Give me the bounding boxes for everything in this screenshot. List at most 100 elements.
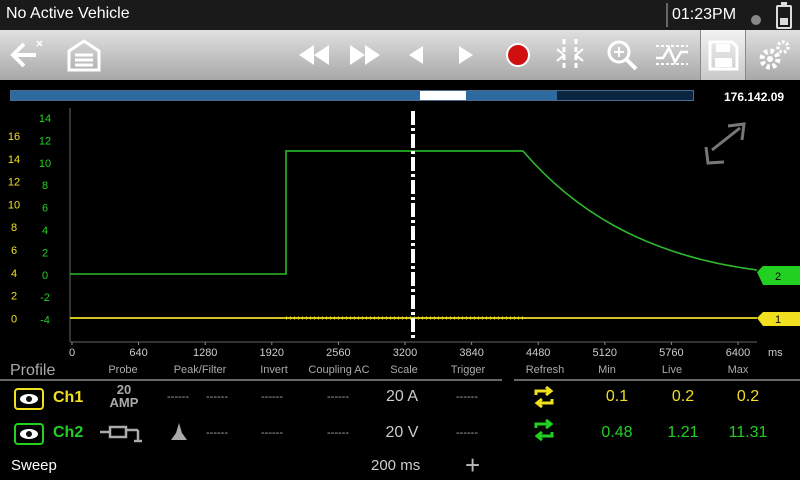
- right-axis-tick: -4: [40, 315, 50, 327]
- ch2-visibility-eye-icon[interactable]: [14, 423, 44, 445]
- ch2-refresh-icon[interactable]: [531, 418, 557, 447]
- ch2-marker-label: 2: [775, 271, 781, 283]
- buffered-progress: [11, 91, 557, 100]
- ch2-trigger[interactable]: ------: [456, 427, 478, 439]
- header-refresh: Refresh: [525, 364, 565, 376]
- status-bar: No Active Vehicle 01:23PM: [0, 0, 800, 30]
- left-axis-tick: 14: [8, 154, 20, 166]
- ch1-marker-label: 1: [775, 314, 781, 326]
- trigger-icon[interactable]: [650, 30, 694, 80]
- x-axis-tick: 6400: [726, 347, 750, 359]
- ch1-scale[interactable]: 20 A: [380, 388, 424, 406]
- x-axis-tick: 3840: [459, 347, 483, 359]
- ch2-scale[interactable]: 20 V: [380, 424, 424, 442]
- x-axis-tick: 5120: [593, 347, 617, 359]
- ch2-peak-detect-icon[interactable]: [170, 421, 188, 446]
- left-axis-tick: 4: [11, 268, 17, 280]
- left-axis-tick: 8: [11, 222, 17, 234]
- ch1-label[interactable]: Ch1: [53, 389, 83, 407]
- header-max: Max: [727, 364, 749, 376]
- ch2-invert[interactable]: ------: [261, 427, 283, 439]
- header-peak-filter: Peak/Filter: [173, 364, 227, 376]
- add-plus-icon[interactable]: +: [465, 452, 480, 478]
- left-axis-tick: 2: [11, 291, 17, 303]
- header-trigger: Trigger: [450, 364, 486, 376]
- x-axis-tick: 640: [129, 347, 147, 359]
- header-live: Live: [661, 364, 683, 376]
- ch1-level-marker[interactable]: 1: [757, 312, 800, 326]
- battery-icon: [776, 2, 792, 29]
- ch2-level-marker[interactable]: 2: [757, 266, 800, 285]
- ch2-max: 11.31: [728, 424, 768, 441]
- ch2-label[interactable]: Ch2: [53, 424, 83, 442]
- ch1-live: 0.2: [671, 388, 695, 405]
- ch1-max: 0.2: [736, 388, 760, 405]
- expand-icon[interactable]: [704, 122, 746, 165]
- right-axis-tick: -2: [40, 292, 50, 304]
- step-back-icon[interactable]: [396, 30, 436, 80]
- ch1-trigger[interactable]: ------: [456, 391, 478, 403]
- right-axis-tick: 12: [39, 135, 51, 147]
- channel-row-2: Ch2 ------ ------ ------ 20 V ------ 0.4…: [0, 415, 800, 451]
- cursor-icon[interactable]: [548, 30, 592, 80]
- right-axis-tick: 10: [39, 158, 51, 170]
- playback-position-marker[interactable]: [420, 91, 467, 100]
- ch2-coupling[interactable]: ------: [327, 427, 349, 439]
- vehicle-status-title: No Active Vehicle: [6, 5, 130, 22]
- right-axis-tick: 0: [42, 270, 48, 282]
- right-axis-tick: 6: [42, 203, 48, 215]
- left-axis-tick: 6: [11, 245, 17, 257]
- x-axis-tick: 5760: [659, 347, 683, 359]
- x-axis-tick: 2560: [326, 347, 350, 359]
- ch1-min: 0.1: [605, 388, 629, 405]
- right-axis-tick: 8: [42, 180, 48, 192]
- waveform-plot[interactable]: 16 14 12 10 8 6 4 2 0 14 12 10 8 6 4 2 0 -2 -4 0 640 1280 19…: [0, 104, 800, 362]
- ch2-filter[interactable]: ------: [206, 427, 228, 439]
- playback-progress-bar[interactable]: [10, 90, 694, 101]
- right-axis-tick: 14: [39, 113, 51, 125]
- rewind-icon[interactable]: [292, 30, 336, 80]
- back-icon[interactable]: [4, 30, 48, 80]
- ch1-invert[interactable]: ------: [261, 391, 283, 403]
- header-coupling: Coupling AC: [308, 364, 370, 376]
- left-axis-tick: 10: [8, 199, 20, 211]
- right-axis-tick: 4: [42, 225, 48, 237]
- left-axis-tick: 0: [11, 313, 17, 325]
- channel-row-1: Ch1 20 AMP ------ ------ ------ ------ 2…: [0, 381, 800, 417]
- clock: 01:23PM: [666, 3, 746, 27]
- ch1-refresh-icon[interactable]: [531, 385, 557, 414]
- save-icon[interactable]: [700, 30, 746, 80]
- ch1-probe-amp-icon[interactable]: 20 AMP: [106, 383, 142, 409]
- play-icon[interactable]: [446, 30, 486, 80]
- garage-icon[interactable]: [62, 30, 106, 80]
- x-axis-tick: 0: [69, 347, 75, 359]
- header-probe: Probe: [108, 364, 138, 376]
- ch2-live: 1.21: [667, 424, 699, 441]
- zoom-icon[interactable]: [600, 30, 644, 80]
- left-axis-tick: 12: [8, 177, 20, 189]
- x-axis-tick: 3200: [393, 347, 417, 359]
- connection-indicator-icon: [751, 15, 761, 25]
- fast-forward-icon[interactable]: [343, 30, 387, 80]
- ch1-coupling[interactable]: ------: [327, 391, 349, 403]
- ch2-probe-lead-icon[interactable]: [98, 421, 146, 450]
- ch1-peak[interactable]: ------: [167, 391, 189, 403]
- header-scale: Scale: [390, 364, 418, 376]
- x-axis-tick: 4480: [526, 347, 550, 359]
- record-icon[interactable]: [498, 30, 538, 80]
- sweep-value[interactable]: 200 ms: [371, 457, 420, 474]
- header-invert: Invert: [260, 364, 288, 376]
- ch2-min: 0.48: [601, 424, 633, 441]
- x-axis-tick: 1280: [193, 347, 217, 359]
- x-axis-tick: 1920: [260, 347, 284, 359]
- ch1-probe-unit: AMP: [109, 395, 139, 410]
- right-axis-tick: 2: [42, 247, 48, 259]
- settings-icon[interactable]: [752, 30, 796, 80]
- ch1-filter[interactable]: ------: [206, 391, 228, 403]
- header-min: Min: [598, 364, 616, 376]
- left-axis-tick: 16: [8, 131, 20, 143]
- playback-position-readout: 176.142.09: [724, 90, 785, 104]
- ch1-visibility-eye-icon[interactable]: [14, 388, 44, 410]
- sweep-label: Sweep: [11, 457, 57, 474]
- profile-title: Profile: [10, 362, 56, 379]
